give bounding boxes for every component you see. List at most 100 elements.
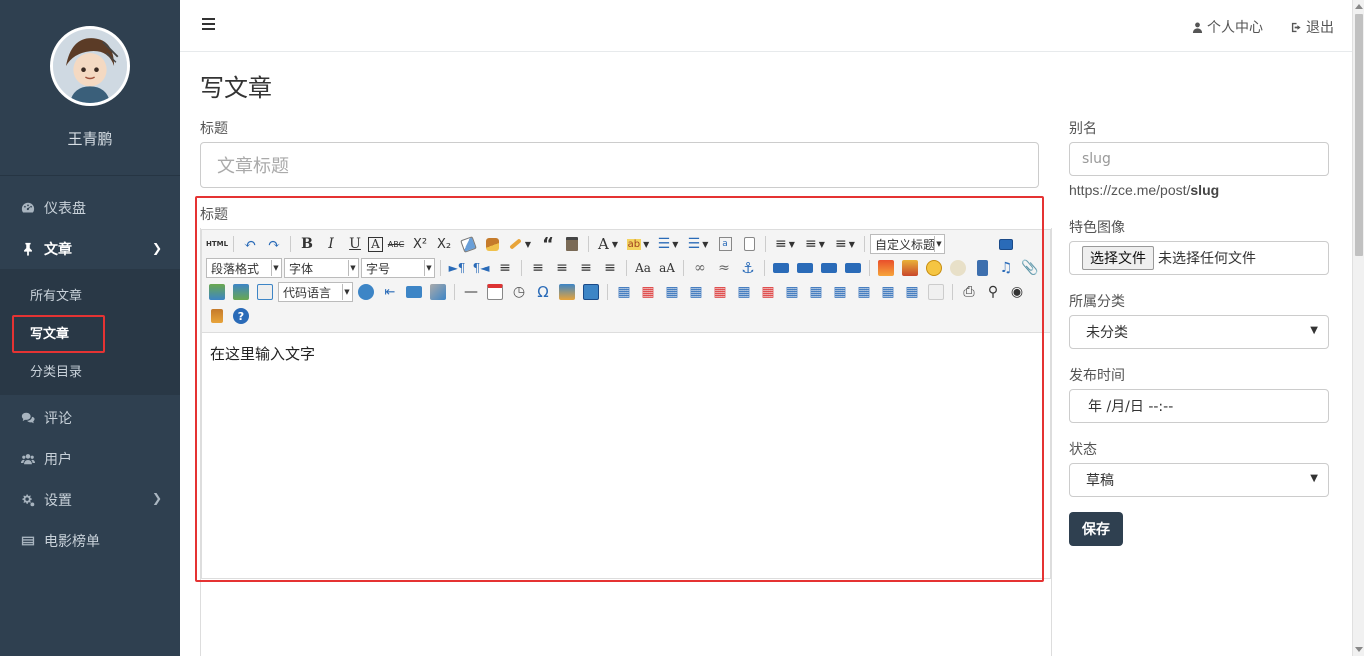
print-icon[interactable]: ⎙ <box>958 282 980 302</box>
publish-time-input[interactable]: 年 /月/日 --:-- <box>1069 389 1329 423</box>
date-icon[interactable] <box>484 282 506 302</box>
avatar[interactable] <box>50 26 130 106</box>
custom-title-select[interactable]: 自定义标题 ▼ <box>870 234 945 254</box>
scrollbar-thumb[interactable] <box>1355 14 1363 256</box>
split-rows-icon[interactable]: ▦ <box>877 282 899 302</box>
special-chars-icon[interactable]: Ω <box>532 282 554 302</box>
bold-icon[interactable]: B <box>296 234 318 254</box>
underline-icon[interactable]: U <box>344 234 366 254</box>
insert-frame-icon[interactable] <box>254 282 276 302</box>
gmap-icon[interactable] <box>230 282 252 302</box>
blockquote-icon[interactable]: “ <box>537 234 559 255</box>
align-left-icon[interactable]: ≡ <box>527 258 549 278</box>
code-language-select[interactable]: 代码语言 ▼ <box>278 282 353 302</box>
rtl-icon[interactable]: ¶◄ <box>470 258 492 278</box>
sidebar-item-settings[interactable]: 设置 ❯ <box>0 479 180 520</box>
sidebar-item-dashboard[interactable]: 仪表盘 <box>0 187 180 228</box>
line-height-icon[interactable]: ≡ ▼ <box>831 234 859 254</box>
merge-cells-icon[interactable]: ▦ <box>781 282 803 302</box>
map-icon[interactable] <box>206 282 228 302</box>
insert-row-icon[interactable]: ▦ <box>685 282 707 302</box>
uppercase-icon[interactable]: Aa <box>632 258 654 278</box>
save-button[interactable]: 保存 <box>1069 512 1123 546</box>
editor-content-area[interactable]: 在这里输入文字 <box>202 333 1050 374</box>
status-select[interactable]: 草稿 ▼ <box>1069 463 1329 497</box>
search-replace-icon[interactable] <box>580 282 602 302</box>
ltr-icon[interactable]: ►¶ <box>446 258 468 278</box>
sidebar-item-users[interactable]: 用户 <box>0 438 180 479</box>
image-left-icon[interactable] <box>794 258 816 278</box>
ordered-list-icon[interactable]: ☰ ▼ <box>654 234 682 254</box>
image-center-icon[interactable] <box>842 258 864 278</box>
insert-video-icon[interactable] <box>971 258 993 278</box>
unordered-list-icon[interactable]: ☰ ▼ <box>684 234 712 254</box>
subnav-item-all-posts[interactable]: 所有文章 <box>0 275 180 313</box>
emotion-icon[interactable] <box>923 258 945 278</box>
image-none-icon[interactable] <box>770 258 792 278</box>
web-app-icon[interactable] <box>355 282 377 302</box>
scrawl-icon[interactable] <box>947 258 969 278</box>
strikethrough-icon[interactable]: ABC <box>385 234 407 254</box>
delete-row-icon[interactable]: ▦ <box>709 282 731 302</box>
category-select[interactable]: 未分类 ▼ <box>1069 315 1329 349</box>
subnav-item-write-post[interactable]: 写文章 <box>0 313 180 353</box>
insert-paragraph-before-table-icon[interactable]: ▦ <box>661 282 683 302</box>
font-color-icon[interactable]: A ▼ <box>594 234 622 254</box>
fullscreen-icon[interactable] <box>995 234 1017 254</box>
row-spacing-bottom-icon[interactable]: ≡ ▼ <box>801 234 829 254</box>
scroll-up-icon[interactable] <box>1355 4 1363 9</box>
font-border-icon[interactable]: A <box>368 236 383 252</box>
title-input[interactable]: 文章标题 <box>200 142 1039 188</box>
time-icon[interactable]: ◷ <box>508 282 530 302</box>
page-scrollbar[interactable] <box>1352 0 1364 656</box>
attachment-icon[interactable]: 📎 <box>1019 258 1041 278</box>
font-family-select[interactable]: 字体 ▼ <box>284 258 359 278</box>
simple-upload-icon[interactable] <box>875 258 897 278</box>
align-right-icon[interactable]: ≡ <box>575 258 597 278</box>
image-right-icon[interactable] <box>818 258 840 278</box>
align-center-icon[interactable]: ≡ <box>551 258 573 278</box>
italic-icon[interactable]: I <box>320 234 342 254</box>
chart-icon[interactable] <box>925 282 947 302</box>
merge-right-icon[interactable]: ▦ <box>805 282 827 302</box>
menu-toggle-icon[interactable] <box>202 18 215 30</box>
help-icon[interactable]: ? <box>230 306 252 326</box>
unlink-icon[interactable]: ≈ <box>713 258 735 278</box>
delete-table-icon[interactable]: ▦ <box>637 282 659 302</box>
redo-icon[interactable]: ↷ <box>263 234 285 254</box>
preview-icon[interactable]: ⚲ <box>982 282 1004 302</box>
music-icon[interactable]: ♫ <box>995 258 1017 278</box>
paragraph-format-select[interactable]: 段落格式 ▼ <box>206 258 282 278</box>
page-icon[interactable] <box>738 234 760 254</box>
word-image-icon[interactable] <box>556 282 578 302</box>
insert-table-icon[interactable]: ▦ <box>613 282 635 302</box>
delete-col-icon[interactable]: ▦ <box>757 282 779 302</box>
split-cells-icon[interactable]: ▦ <box>853 282 875 302</box>
page-break-icon[interactable]: ⇤ <box>379 282 401 302</box>
eraser-icon[interactable] <box>457 234 479 254</box>
logout-link[interactable]: 退出 <box>1291 17 1334 37</box>
insert-image-icon[interactable] <box>899 258 921 278</box>
sidebar-item-comments[interactable]: 评论 <box>0 397 180 438</box>
find-icon[interactable]: ◉ <box>1006 282 1028 302</box>
lowercase-icon[interactable]: aA <box>656 258 678 278</box>
undo-icon[interactable]: ↶ <box>239 234 261 254</box>
superscript-icon[interactable]: X² <box>409 234 431 254</box>
highlight-color-icon[interactable]: ab ▼ <box>624 234 652 254</box>
html-source-icon[interactable]: HTML <box>206 234 228 254</box>
slug-input[interactable]: slug <box>1069 142 1329 176</box>
anchor-icon[interactable]: ⚓ <box>737 258 759 278</box>
font-size-select[interactable]: 字号 ▼ <box>361 258 435 278</box>
merge-down-icon[interactable]: ▦ <box>829 282 851 302</box>
insert-col-icon[interactable]: ▦ <box>733 282 755 302</box>
profile-link[interactable]: 个人中心 <box>1192 17 1263 37</box>
choose-file-button[interactable]: 选择文件 <box>1082 246 1154 270</box>
template-icon[interactable] <box>427 282 449 302</box>
row-spacing-top-icon[interactable]: ≡ ▼ <box>771 234 799 254</box>
link-icon[interactable]: ∞ <box>689 258 711 278</box>
scroll-down-icon[interactable] <box>1355 647 1363 652</box>
paste-plain-icon[interactable] <box>561 234 583 254</box>
subnav-item-categories[interactable]: 分类目录 <box>0 351 180 389</box>
align-justify-icon[interactable]: ≡ <box>599 258 621 278</box>
subscript-icon[interactable]: X₂ <box>433 234 455 254</box>
